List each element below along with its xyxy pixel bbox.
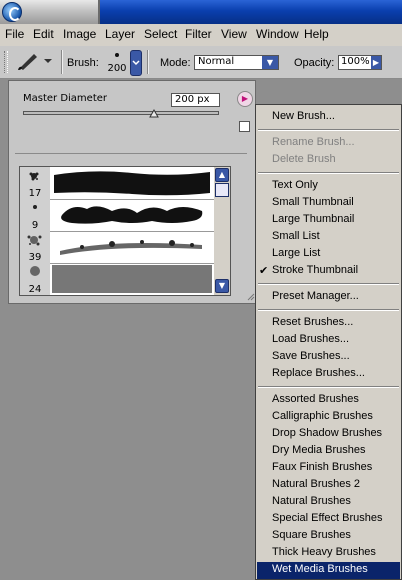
menu-item-rename-brush: Rename Brush... bbox=[272, 136, 355, 148]
brush-thumb-row[interactable]: 39 bbox=[20, 231, 214, 264]
mode-label: Mode: bbox=[160, 57, 191, 69]
diameter-slider-track[interactable] bbox=[23, 111, 219, 115]
menu-filter[interactable]: Filter bbox=[185, 27, 212, 41]
menu-item-preset-manager[interactable]: Preset Manager... bbox=[272, 290, 359, 302]
menu-item-text-only[interactable]: Text Only bbox=[272, 179, 318, 191]
menu-item-load-brushes[interactable]: Load Brushes... bbox=[272, 333, 349, 345]
palette-divider bbox=[15, 153, 247, 154]
menu-item-assorted-brushes[interactable]: Assorted Brushes bbox=[272, 393, 359, 405]
brush-size-number: 39 bbox=[28, 252, 42, 263]
menu-item-wet-media-brushes[interactable]: Wet Media Brushes bbox=[272, 563, 368, 575]
chevron-down-icon: ▼ bbox=[262, 56, 278, 69]
thumbnail-scrollbar[interactable]: ▲ ▼ bbox=[214, 167, 230, 295]
master-diameter-input[interactable]: 200 px bbox=[171, 93, 220, 107]
app-logo-icon[interactable] bbox=[2, 2, 22, 22]
brush-tip-icon bbox=[115, 53, 119, 57]
brush-tip-preview: 39 bbox=[20, 231, 50, 263]
menu-item-drop-shadow-brushes[interactable]: Drop Shadow Brushes bbox=[272, 427, 382, 439]
brush-thumb-row[interactable]: 9 bbox=[20, 199, 214, 232]
menu-layer[interactable]: Layer bbox=[105, 27, 135, 41]
menu-item-reset-brushes[interactable]: Reset Brushes... bbox=[272, 316, 353, 328]
menu-image[interactable]: Image bbox=[63, 27, 96, 41]
menu-help[interactable]: Help bbox=[304, 27, 329, 41]
opacity-field[interactable]: 100% ▶ bbox=[338, 55, 382, 70]
menu-item-small-list[interactable]: Small List bbox=[272, 230, 320, 242]
menu-item-replace-brushes[interactable]: Replace Brushes... bbox=[272, 367, 365, 379]
toolbar-gripper[interactable] bbox=[4, 51, 8, 73]
opacity-label: Opacity: bbox=[294, 57, 335, 69]
checkmark-icon: ✔ bbox=[259, 264, 269, 277]
menu-separator bbox=[258, 283, 399, 285]
opacity-value: 100% bbox=[341, 56, 370, 67]
brush-tool-icon bbox=[18, 54, 52, 70]
palette-menu-button[interactable]: ▶ bbox=[237, 91, 253, 107]
diameter-slider-thumb[interactable] bbox=[149, 108, 160, 121]
menu-separator bbox=[258, 309, 399, 311]
menu-window[interactable]: Window bbox=[256, 27, 299, 41]
scroll-thumb[interactable] bbox=[215, 183, 229, 197]
brush-picker-button[interactable] bbox=[130, 50, 142, 76]
menu-edit[interactable]: Edit bbox=[33, 27, 54, 41]
brush-thumb-row[interactable]: 24 bbox=[20, 263, 214, 295]
menu-file[interactable]: File bbox=[5, 27, 24, 41]
menu-separator bbox=[258, 386, 399, 388]
brush-size-number: 17 bbox=[28, 188, 42, 199]
options-bar: Brush: 200 Mode: Normal ▼ Opacity: 100% … bbox=[0, 46, 402, 79]
brush-tip-preview: 24 bbox=[20, 263, 50, 295]
scroll-down-icon[interactable]: ▼ bbox=[215, 279, 229, 293]
master-diameter-label: Master Diameter bbox=[23, 93, 108, 104]
brush-preview[interactable]: 200 bbox=[106, 49, 128, 75]
menu-item-save-brushes[interactable]: Save Brushes... bbox=[272, 350, 350, 362]
stroke-preview bbox=[52, 265, 212, 293]
chevron-right-icon: ▶ bbox=[371, 56, 381, 69]
chevron-down-icon bbox=[44, 59, 52, 63]
brush-thumb-row[interactable]: 17 bbox=[20, 167, 214, 200]
menu-item-large-thumbnail[interactable]: Large Thumbnail bbox=[272, 213, 354, 225]
brush-label: Brush: bbox=[67, 57, 99, 69]
brush-size-number: 9 bbox=[31, 220, 39, 231]
menu-item-natural-brushes[interactable]: Natural Brushes bbox=[272, 495, 351, 507]
menu-item-dry-media-brushes[interactable]: Dry Media Brushes bbox=[272, 444, 366, 456]
menu-view[interactable]: View bbox=[221, 27, 247, 41]
stroke-preview bbox=[54, 171, 210, 196]
menu-item-small-thumbnail[interactable]: Small Thumbnail bbox=[272, 196, 354, 208]
menu-item-delete-brush: Delete Brush bbox=[272, 153, 336, 165]
menu-item-new-brush[interactable]: New Brush... bbox=[272, 110, 335, 122]
brush-tip-preview: 17 bbox=[20, 167, 50, 199]
brush-thumbnail-list: 17 9 39 24 ▲ ▼ bbox=[19, 166, 231, 296]
menu-item-faux-finish-brushes[interactable]: Faux Finish Brushes bbox=[272, 461, 372, 473]
brush-palette-menu: New Brush... Rename Brush... Delete Brush T… bbox=[255, 104, 402, 580]
title-tab bbox=[0, 0, 100, 24]
brush-size-number: 24 bbox=[28, 284, 42, 295]
resize-grip-icon[interactable] bbox=[247, 291, 255, 301]
menu-separator bbox=[258, 172, 399, 174]
mode-select[interactable]: Normal ▼ bbox=[194, 55, 279, 70]
menu-item-large-list[interactable]: Large List bbox=[272, 247, 320, 259]
menu-bar: File Edit Image Layer Select Filter View… bbox=[0, 24, 402, 47]
menu-separator bbox=[258, 129, 399, 131]
menu-item-calligraphic-brushes[interactable]: Calligraphic Brushes bbox=[272, 410, 373, 422]
brush-tool-preset-button[interactable] bbox=[14, 50, 56, 72]
menu-item-stroke-thumbnail[interactable]: Stroke Thumbnail bbox=[272, 264, 358, 276]
menu-item-square-brushes[interactable]: Square Brushes bbox=[272, 529, 351, 541]
new-brush-icon[interactable] bbox=[239, 121, 250, 132]
separator bbox=[61, 50, 63, 74]
brush-tip-preview: 9 bbox=[20, 199, 50, 231]
master-diameter-value: 200 px bbox=[175, 94, 210, 105]
brush-size-label: 200 bbox=[107, 63, 127, 74]
menu-item-natural-brushes-2[interactable]: Natural Brushes 2 bbox=[272, 478, 360, 490]
mode-value: Normal bbox=[198, 56, 235, 67]
menu-select[interactable]: Select bbox=[144, 27, 177, 41]
stroke-preview bbox=[60, 240, 202, 255]
scroll-up-icon[interactable]: ▲ bbox=[215, 168, 229, 182]
menu-item-thick-heavy-brushes[interactable]: Thick Heavy Brushes bbox=[272, 546, 376, 558]
separator bbox=[147, 50, 149, 74]
menu-item-special-effect-brushes[interactable]: Special Effect Brushes bbox=[272, 512, 382, 524]
stroke-preview bbox=[61, 206, 203, 224]
